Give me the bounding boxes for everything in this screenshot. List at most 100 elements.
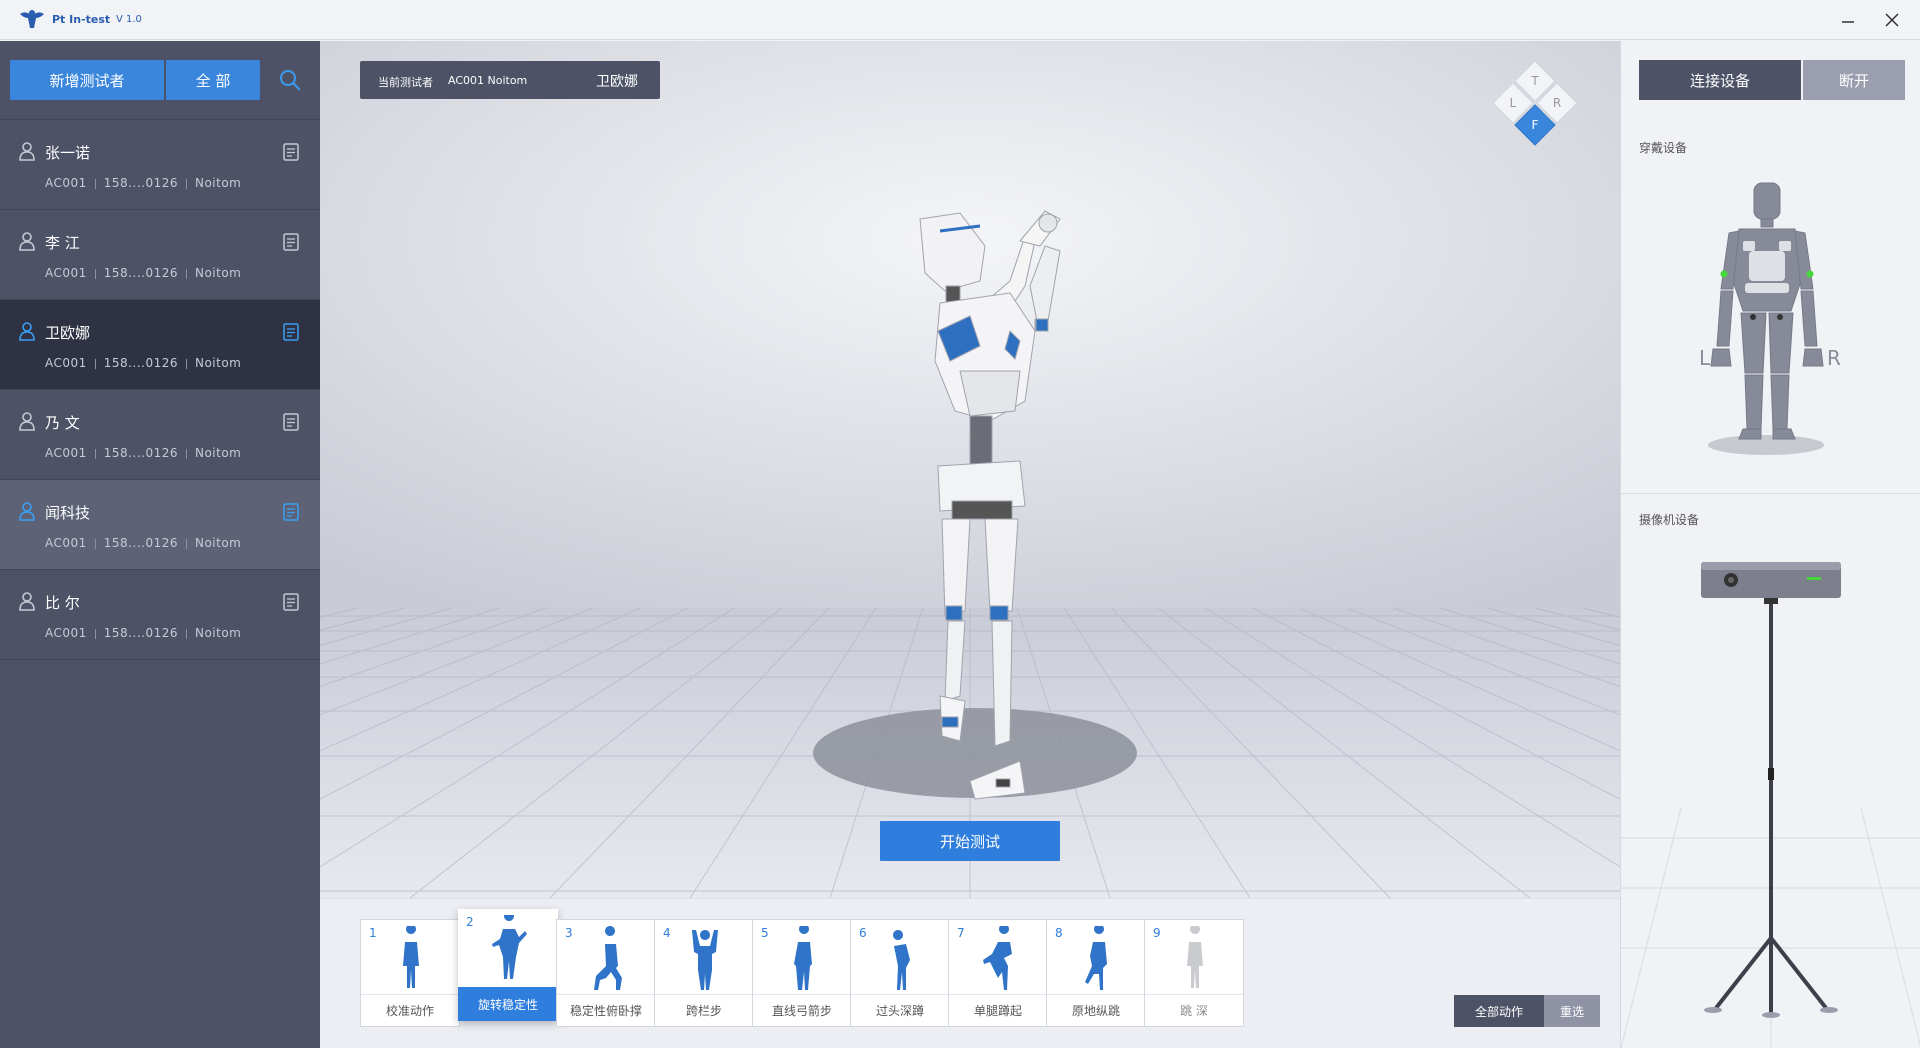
all-testers-button[interactable]: 全 部 bbox=[166, 60, 260, 100]
sensor-right-thigh bbox=[1777, 314, 1783, 320]
all-actions-button[interactable]: 全部动作 bbox=[1454, 995, 1544, 1027]
current-tester-bar: 当前测试者 AC001 Noitom 卫欧娜 bbox=[360, 61, 660, 99]
sensor-right-arm bbox=[1806, 270, 1814, 278]
user-icon bbox=[19, 412, 35, 431]
pose-figure-icon bbox=[794, 926, 812, 990]
tester-id: AC001 bbox=[45, 266, 87, 280]
action-number: 1 bbox=[369, 926, 377, 940]
pose-figure-icon bbox=[492, 915, 527, 979]
action-label: 直线弓箭步 bbox=[753, 994, 851, 1026]
document-icon[interactable] bbox=[282, 322, 300, 342]
action-card[interactable]: 2 旋转稳定性 bbox=[458, 909, 558, 1021]
tester-name: 乃 文 bbox=[45, 414, 80, 432]
tester-row[interactable]: 李 江 AC001 158....0126 Noitom bbox=[0, 209, 320, 299]
tester-meta: AC001 158....0126 Noitom bbox=[45, 176, 241, 190]
tester-phone: 158....0126 bbox=[103, 626, 178, 640]
document-icon[interactable] bbox=[282, 142, 300, 162]
pose-figure-icon bbox=[1085, 926, 1107, 990]
tester-phone: 158....0126 bbox=[103, 356, 178, 370]
svg-text:L: L bbox=[1510, 96, 1517, 110]
user-icon bbox=[19, 592, 35, 611]
pose-figure-icon bbox=[692, 930, 718, 990]
tester-org: Noitom bbox=[194, 266, 242, 280]
document-icon[interactable] bbox=[282, 592, 300, 612]
tester-meta: AC001 158....0126 Noitom bbox=[45, 446, 241, 460]
reselect-button[interactable]: 重选 bbox=[1544, 995, 1600, 1027]
pose-figure-icon bbox=[983, 926, 1012, 990]
action-label: 跳 深 bbox=[1145, 994, 1243, 1026]
tester-row[interactable]: 闻科技 AC001 158....0126 Noitom bbox=[0, 479, 320, 569]
tester-id: AC001 bbox=[45, 626, 87, 640]
connect-device-button[interactable]: 连接设备 bbox=[1639, 60, 1801, 100]
document-icon[interactable] bbox=[282, 412, 300, 432]
action-number: 6 bbox=[859, 926, 867, 940]
action-card[interactable]: 6 过头深蹲 bbox=[850, 919, 950, 1027]
action-label: 校准动作 bbox=[361, 994, 459, 1026]
svg-text:T: T bbox=[1530, 74, 1539, 88]
wearable-device-label: 穿戴设备 bbox=[1639, 141, 1688, 155]
tester-org: Noitom bbox=[194, 356, 242, 370]
current-tester-name: 卫欧娜 bbox=[596, 74, 638, 90]
camera-tripod bbox=[1621, 562, 1920, 1048]
tester-meta: AC001 158....0126 Noitom bbox=[45, 536, 241, 550]
body-right-marker: R bbox=[1827, 346, 1841, 370]
tester-id: AC001 bbox=[45, 176, 87, 190]
action-card[interactable]: 4 跨栏步 bbox=[654, 919, 754, 1027]
action-number: 2 bbox=[466, 915, 474, 929]
action-label: 旋转稳定性 bbox=[458, 987, 558, 1021]
app-logo-icon bbox=[20, 10, 44, 28]
user-icon bbox=[19, 322, 35, 341]
close-icon[interactable] bbox=[1880, 8, 1904, 32]
current-tester-id: AC001 Noitom bbox=[448, 74, 528, 87]
action-label: 过头深蹲 bbox=[851, 994, 949, 1026]
tester-row[interactable]: 卫欧娜 AC001 158....0126 Noitom bbox=[0, 299, 320, 389]
pose-figure-icon bbox=[594, 926, 622, 990]
minimize-icon[interactable] bbox=[1836, 8, 1860, 32]
action-card[interactable]: 9 跳 深 bbox=[1144, 919, 1244, 1027]
sensor-left-thigh bbox=[1750, 314, 1756, 320]
action-label: 稳定性俯卧撑 bbox=[557, 994, 655, 1026]
start-test-button[interactable]: 开始测试 bbox=[880, 821, 1060, 861]
app-name: Pt In-test bbox=[52, 13, 111, 26]
action-card[interactable]: 3 稳定性俯卧撑 bbox=[556, 919, 656, 1027]
svg-text:F: F bbox=[1532, 118, 1539, 132]
list-divider bbox=[0, 659, 320, 660]
action-label: 跨栏步 bbox=[655, 994, 753, 1026]
app-version: V 1.0 bbox=[116, 14, 142, 25]
document-icon[interactable] bbox=[282, 232, 300, 252]
tester-sidebar: 新增测试者 全 部 张一诺 AC001 158....0126 Noitom 李 江 AC… bbox=[0, 41, 320, 1048]
tester-org: Noitom bbox=[194, 176, 242, 190]
tester-row[interactable]: 比 尔 AC001 158....0126 Noitom bbox=[0, 569, 320, 659]
tester-name: 张一诺 bbox=[45, 144, 91, 162]
action-card[interactable]: 8 原地纵跳 bbox=[1046, 919, 1146, 1027]
disconnect-button[interactable]: 断开 bbox=[1803, 60, 1905, 100]
tester-phone: 158....0126 bbox=[103, 536, 178, 550]
tester-org: Noitom bbox=[194, 626, 242, 640]
tester-phone: 158....0126 bbox=[103, 266, 178, 280]
action-number: 7 bbox=[957, 926, 965, 940]
tester-meta: AC001 158....0126 Noitom bbox=[45, 626, 241, 640]
pose-figure-icon bbox=[1187, 926, 1203, 988]
action-number: 4 bbox=[663, 926, 671, 940]
tester-name: 比 尔 bbox=[45, 594, 80, 612]
3d-viewport[interactable]: 当前测试者 AC001 Noitom 卫欧娜 T L R F 开始测试 bbox=[320, 41, 1620, 898]
tester-row[interactable]: 张一诺 AC001 158....0126 Noitom bbox=[0, 119, 320, 209]
action-number: 5 bbox=[761, 926, 769, 940]
action-card[interactable]: 1 校准动作 bbox=[360, 919, 460, 1027]
tester-id: AC001 bbox=[45, 536, 87, 550]
tester-name: 闻科技 bbox=[45, 504, 91, 522]
tester-row[interactable]: 乃 文 AC001 158....0126 Noitom bbox=[0, 389, 320, 479]
action-label: 原地纵跳 bbox=[1047, 994, 1145, 1026]
action-card[interactable]: 7 单腿蹲起 bbox=[948, 919, 1048, 1027]
pose-figure-icon bbox=[893, 930, 910, 990]
tester-org: Noitom bbox=[194, 446, 242, 460]
add-tester-button[interactable]: 新增测试者 bbox=[10, 60, 164, 100]
search-icon[interactable] bbox=[276, 66, 304, 94]
actions-bar: 1 校准动作 2 旋转稳定性 3 稳定性俯卧撑 4 跨栏步 5 直线弓箭步 6 过头深蹲 7 单腿蹲起 8 原… bbox=[320, 898, 1620, 1048]
body-sensor-map bbox=[1708, 182, 1824, 455]
scene-canvas bbox=[320, 41, 1620, 898]
user-icon bbox=[19, 142, 35, 161]
document-icon[interactable] bbox=[282, 502, 300, 522]
view-cube[interactable]: T L R F bbox=[1485, 53, 1585, 153]
action-card[interactable]: 5 直线弓箭步 bbox=[752, 919, 852, 1027]
